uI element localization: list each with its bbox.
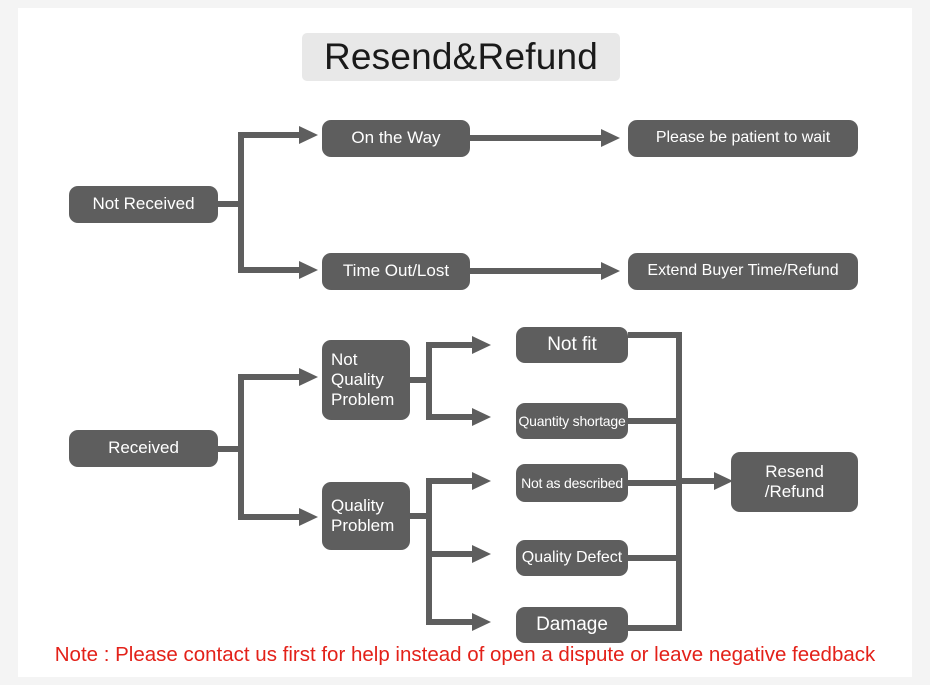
node-quality-problem[interactable]: Quality Problem — [322, 482, 410, 550]
node-extend-buyer-time[interactable]: Extend Buyer Time/Refund — [628, 253, 858, 290]
connector-merge-quality-defect — [628, 555, 682, 561]
node-resend-refund[interactable]: Resend /Refund — [731, 452, 858, 512]
connector-received-spine — [238, 374, 244, 520]
connector-arm-not-quality — [238, 374, 303, 380]
connector-arm-quality — [238, 514, 303, 520]
connector-merge-not-as-described — [628, 480, 682, 486]
node-damage[interactable]: Damage — [516, 607, 628, 643]
node-not-quality-problem[interactable]: Not Quality Problem — [322, 340, 410, 420]
arrowhead-extend-buyer-time — [601, 262, 620, 280]
node-please-be-patient[interactable]: Please be patient to wait — [628, 120, 858, 157]
connector-nqp-spine — [426, 342, 432, 420]
footer-note: Note : Please contact us first for help … — [54, 643, 876, 666]
diagram-canvas: Resend&Refund Not Received On the Way Ti… — [0, 0, 930, 685]
node-not-received[interactable]: Not Received — [69, 186, 218, 223]
node-not-as-described[interactable]: Not as described — [516, 464, 628, 502]
arrowhead-damage — [472, 613, 491, 631]
connector-to-resend-refund — [676, 478, 718, 484]
node-quality-defect[interactable]: Quality Defect — [516, 540, 628, 576]
connector-arm-time-out — [238, 267, 303, 273]
connector-merge-not-fit — [628, 332, 682, 338]
connector-time-out-to-extend — [470, 268, 605, 274]
connector-merge-quantity-shortage — [628, 418, 682, 424]
arrowhead-quantity-shortage — [472, 408, 491, 426]
connector-arm-not-as-described — [426, 478, 476, 484]
connector-arm-not-fit — [426, 342, 476, 348]
connector-arm-quantity-shortage — [426, 414, 476, 420]
connector-on-the-way-to-wait — [470, 135, 605, 141]
connector-arm-damage — [426, 619, 476, 625]
node-quantity-shortage[interactable]: Quantity shortage — [516, 403, 628, 439]
arrowhead-not-as-described — [472, 472, 491, 490]
arrowhead-please-be-patient — [601, 129, 620, 147]
arrowhead-quality-problem — [299, 508, 318, 526]
node-not-fit[interactable]: Not fit — [516, 327, 628, 363]
node-on-the-way[interactable]: On the Way — [322, 120, 470, 157]
arrowhead-not-fit — [472, 336, 491, 354]
node-time-out-lost[interactable]: Time Out/Lost — [322, 253, 470, 290]
connector-arm-on-the-way — [238, 132, 303, 138]
arrowhead-quality-defect — [472, 545, 491, 563]
arrowhead-time-out — [299, 261, 318, 279]
arrowhead-on-the-way — [299, 126, 318, 144]
node-received[interactable]: Received — [69, 430, 218, 467]
connector-arm-quality-defect — [426, 551, 476, 557]
page-title: Resend&Refund — [302, 33, 620, 81]
arrowhead-not-quality-problem — [299, 368, 318, 386]
connector-not-received-spine — [238, 132, 244, 273]
connector-merge-damage — [628, 625, 682, 631]
